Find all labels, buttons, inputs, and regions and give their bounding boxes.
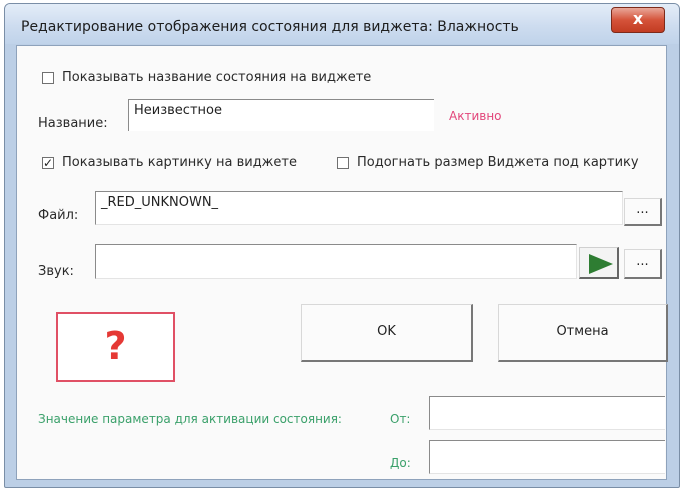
- close-button[interactable]: x: [611, 7, 665, 33]
- show-name-checkbox[interactable]: [42, 72, 54, 84]
- show-picture-label: Показывать картинку на виджете: [62, 155, 297, 170]
- name-field[interactable]: Неизвестное: [128, 99, 434, 131]
- file-browse-button[interactable]: ...: [624, 198, 662, 226]
- to-label: До:: [390, 456, 411, 470]
- file-field[interactable]: _RED_UNKNOWN_: [95, 191, 623, 225]
- show-name-label: Показывать название состояния на виджете: [62, 70, 372, 85]
- dialog-content: Показывать название состояния на виджете…: [16, 45, 668, 480]
- to-field[interactable]: [429, 440, 665, 474]
- name-label: Название:: [38, 116, 108, 131]
- play-icon: [589, 254, 613, 274]
- dialog-window: Редактирование отображения состояния для…: [4, 3, 680, 488]
- from-field[interactable]: [429, 396, 665, 430]
- picture-preview: ?: [56, 312, 175, 382]
- play-sound-button[interactable]: [579, 247, 619, 279]
- checkmark-icon: ✓: [43, 156, 54, 170]
- sound-label: Звук:: [38, 264, 74, 279]
- activation-label: Значение параметра для активации состоян…: [38, 412, 342, 426]
- title-bar[interactable]: Редактирование отображения состояния для…: [5, 4, 679, 44]
- window-title: Редактирование отображения состояния для…: [21, 19, 519, 35]
- file-label: Файл:: [38, 208, 79, 223]
- from-label: От:: [390, 412, 411, 426]
- sound-browse-button[interactable]: ...: [624, 249, 662, 279]
- ok-button[interactable]: OK: [301, 304, 473, 362]
- fit-widget-label: Подогнать размер Виджета под картику: [357, 155, 639, 170]
- fit-widget-checkbox[interactable]: [337, 157, 349, 169]
- cancel-button[interactable]: Отмена: [498, 304, 668, 362]
- show-picture-checkbox[interactable]: ✓: [42, 157, 54, 169]
- sound-field[interactable]: [95, 244, 577, 279]
- active-status-text: Активно: [449, 109, 502, 123]
- question-mark-icon: ?: [104, 324, 127, 368]
